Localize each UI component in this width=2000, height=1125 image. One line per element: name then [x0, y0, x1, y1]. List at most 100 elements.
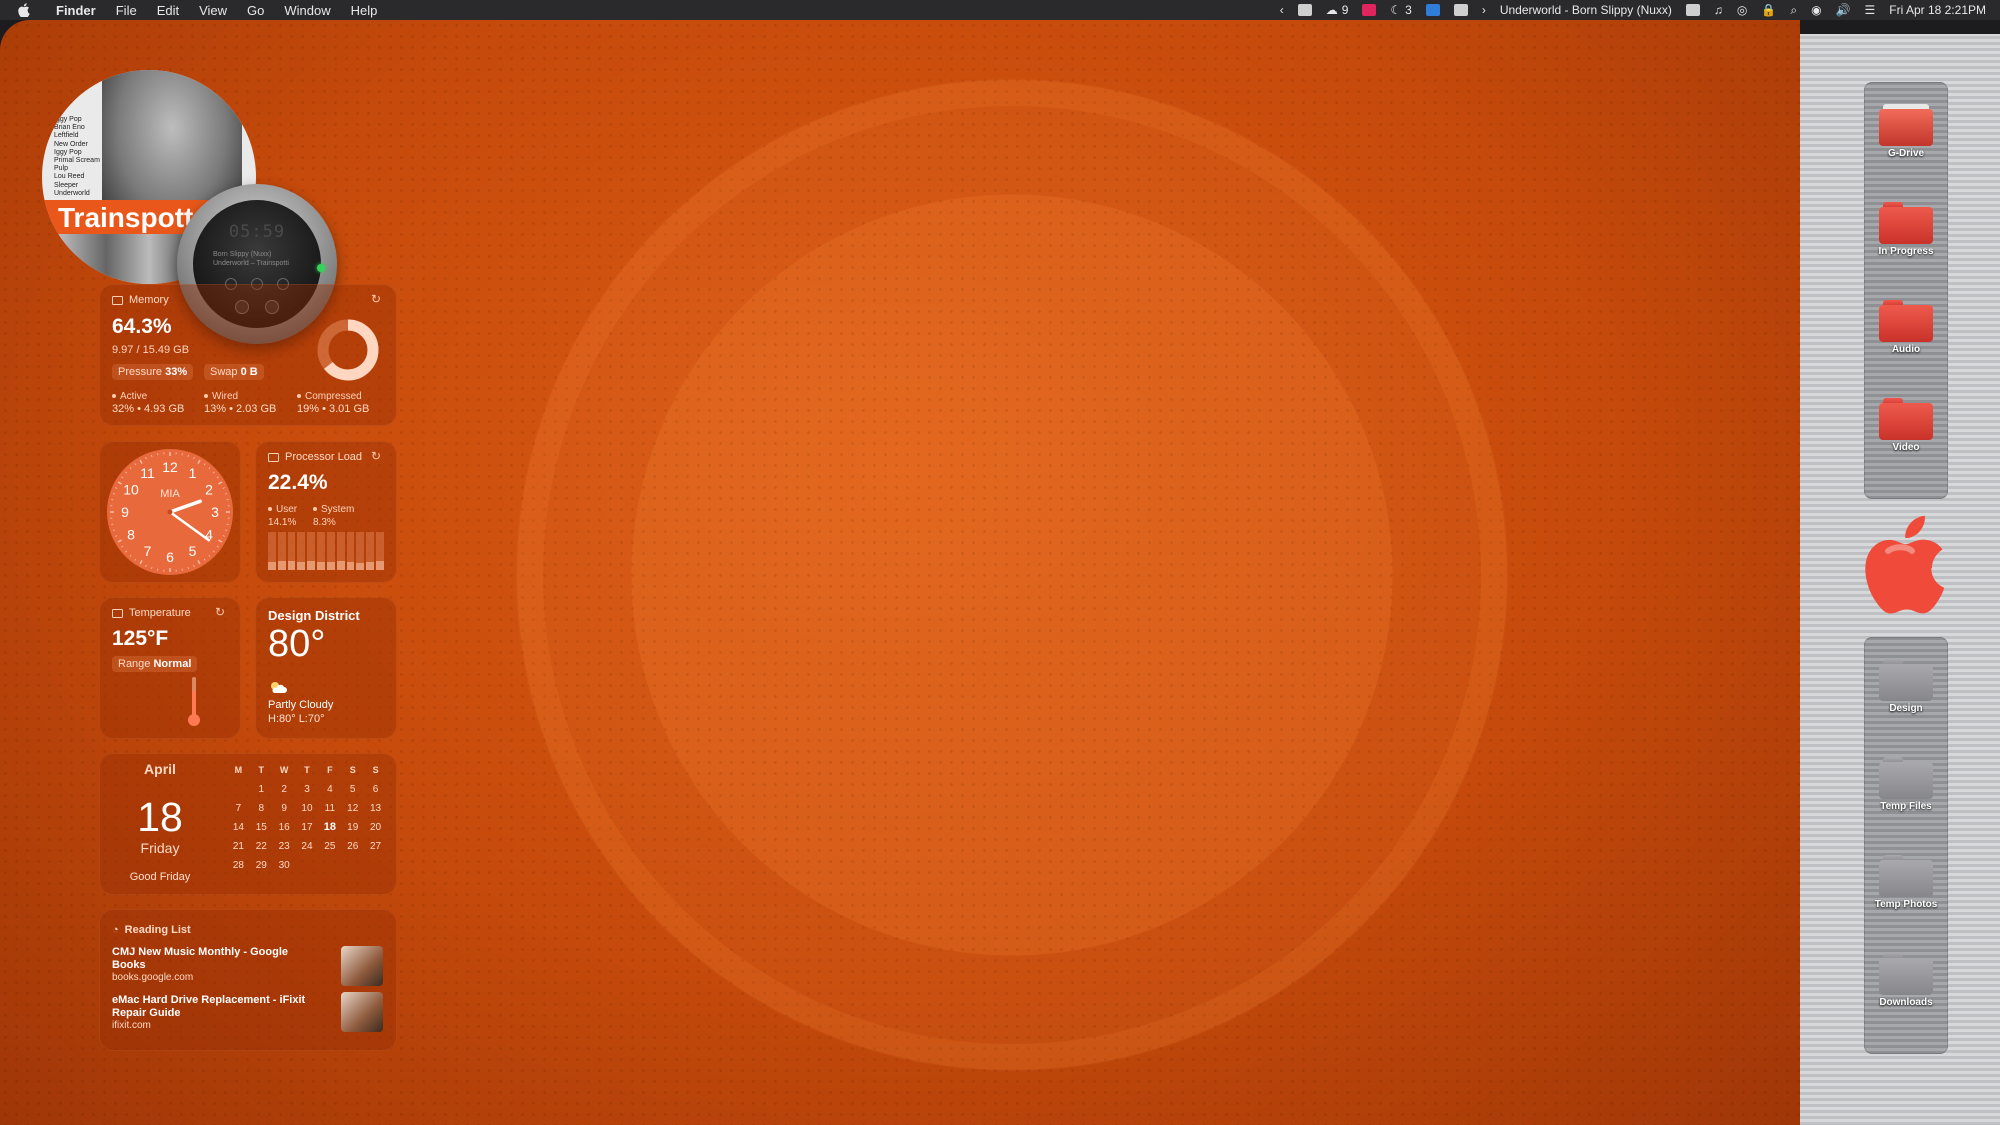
- calendar-date[interactable]: 2: [273, 782, 296, 797]
- calendar-date[interactable]: 13: [364, 801, 387, 816]
- now-playing[interactable]: Underworld - Born Slippy (Nuxx): [1500, 3, 1672, 17]
- tray-blue-app-icon[interactable]: [1425, 4, 1440, 16]
- player-track: Born Slippy (Nuxx): [213, 251, 272, 258]
- cloud-status[interactable]: ☁ 9: [1326, 3, 1349, 17]
- chevron-left-icon[interactable]: ‹: [1280, 3, 1284, 17]
- dock-item-g-drive[interactable]: G-Drive: [1864, 104, 1948, 159]
- temperature-widget[interactable]: Temperature ↻ 125°F Range Normal: [99, 597, 241, 739]
- menu-clock[interactable]: Fri Apr 18 2:21PM: [1889, 3, 1986, 17]
- stat-dot: [313, 507, 317, 512]
- stat-dot: [268, 507, 272, 512]
- calendar-date[interactable]: 29: [250, 858, 273, 873]
- control-center-icon[interactable]: ☰: [1865, 3, 1876, 17]
- calendar-date[interactable]: 11: [318, 801, 341, 816]
- calendar-date[interactable]: 1: [250, 782, 273, 797]
- dock-item-video[interactable]: Video: [1864, 398, 1948, 453]
- calendar-date[interactable]: 24: [296, 839, 319, 854]
- volume-icon[interactable]: 🔊: [1836, 3, 1851, 17]
- cloud-count: 9: [1341, 3, 1349, 17]
- calendar-date[interactable]: 28: [227, 858, 250, 873]
- user-icon[interactable]: ◉: [1811, 3, 1821, 17]
- folder-icon: [1879, 855, 1933, 897]
- calendar-date[interactable]: 17: [296, 820, 319, 835]
- search-icon[interactable]: ⌕: [1790, 3, 1797, 18]
- menu-app-name[interactable]: Finder: [46, 3, 106, 18]
- reading-list-item[interactable]: CMJ New Music Monthly - Google Books boo…: [112, 946, 383, 986]
- calendar-date[interactable]: 7: [227, 801, 250, 816]
- calendar-date[interactable]: 3: [296, 782, 319, 797]
- cpu-history-fill: [297, 562, 306, 570]
- notes-icon[interactable]: [1685, 4, 1700, 16]
- folder-body: [1879, 207, 1933, 244]
- calendar-date[interactable]: 14: [227, 820, 250, 835]
- menu-edit[interactable]: Edit: [147, 3, 189, 18]
- menu-view[interactable]: View: [189, 3, 237, 18]
- thermometer-icon: [188, 677, 200, 726]
- album-track: Underworld: [54, 189, 90, 197]
- reading-list-item[interactable]: eMac Hard Drive Replacement - iFixit Rep…: [112, 992, 383, 1032]
- calendar-weekday-header: S: [372, 765, 379, 775]
- album-track: Iggy Pop: [54, 116, 82, 123]
- calendar-date[interactable]: 22: [250, 839, 273, 854]
- processor-widget[interactable]: Processor Load ↻ 22.4% User 14.1% System…: [255, 441, 397, 583]
- calendar-date[interactable]: 12: [341, 801, 364, 816]
- calendar-date[interactable]: 21: [227, 839, 250, 854]
- compass-icon[interactable]: ◎: [1737, 3, 1747, 17]
- memory-widget[interactable]: Memory ↻ 64.3% 9.97 / 15.49 GB Pressure …: [99, 284, 397, 426]
- tray-app-icon[interactable]: [1297, 4, 1312, 16]
- stat-name: Wired: [212, 391, 239, 402]
- moon-status[interactable]: ☾ 3: [1390, 3, 1411, 17]
- refresh-icon[interactable]: ↻: [371, 292, 381, 306]
- cpu-header: Processor Load: [268, 451, 362, 463]
- menu-file[interactable]: File: [106, 3, 147, 18]
- cpu-user-value: 14.1%: [268, 517, 297, 528]
- calendar-date[interactable]: 4: [318, 782, 341, 797]
- stat-value: 19% • 3.01 GB: [297, 403, 370, 415]
- reading-list-widget[interactable]: ◔ Reading List CMJ New Music Monthly - G…: [99, 909, 397, 1051]
- chevron-right-icon[interactable]: ›: [1482, 3, 1486, 17]
- menu-window[interactable]: Window: [274, 3, 340, 18]
- music-icon[interactable]: ♫: [1714, 3, 1723, 17]
- cpu-history-fill: [268, 561, 276, 570]
- clock-number: 3: [211, 504, 219, 520]
- menu-go[interactable]: Go: [237, 3, 274, 18]
- calendar-date[interactable]: 9: [273, 801, 296, 816]
- stat-value: 32% • 4.93 GB: [112, 403, 185, 415]
- apple-menu-icon[interactable]: [14, 0, 34, 20]
- dock-item-in-progress[interactable]: In Progress: [1864, 202, 1948, 257]
- dock-item-design[interactable]: Design: [1864, 659, 1948, 714]
- refresh-icon[interactable]: ↻: [371, 449, 381, 463]
- calendar-date[interactable]: 6: [364, 782, 387, 797]
- calendar-date[interactable]: 26: [341, 839, 364, 854]
- apple-logo-icon[interactable]: [1858, 509, 1950, 621]
- calendar-date[interactable]: 8: [250, 801, 273, 816]
- refresh-icon[interactable]: ↻: [215, 605, 225, 619]
- album-title: Trainspott: [58, 202, 194, 233]
- calendar-date[interactable]: 19: [341, 820, 364, 835]
- calendar-date[interactable]: 25: [318, 839, 341, 854]
- clock-widget[interactable]: MIA 12 1 2 3 4 5 6 7 8 9 10 11: [99, 441, 241, 583]
- tray-red-app-icon[interactable]: [1362, 4, 1377, 16]
- dock-item-audio[interactable]: Audio: [1864, 300, 1948, 355]
- calendar-widget[interactable]: April 18 Friday Good Friday MTWTFSS12345…: [99, 753, 397, 895]
- dock-item-temp-photos[interactable]: Temp Photos: [1864, 855, 1948, 910]
- weather-widget[interactable]: Design District 80° Partly Cloudy H:80° …: [255, 597, 397, 739]
- calendar-today[interactable]: 18: [318, 820, 341, 835]
- dock-item-downloads[interactable]: Downloads: [1864, 953, 1948, 1008]
- calendar-date[interactable]: 20: [364, 820, 387, 835]
- calendar-date[interactable]: 10: [296, 801, 319, 816]
- menu-help[interactable]: Help: [341, 3, 388, 18]
- calendar-date[interactable]: 27: [364, 839, 387, 854]
- calendar-date[interactable]: 23: [273, 839, 296, 854]
- calendar-date[interactable]: 5: [341, 782, 364, 797]
- calendar-date[interactable]: 30: [273, 858, 296, 873]
- cpu-history-fill: [277, 560, 286, 570]
- dock-item-temp-files[interactable]: Temp Files: [1864, 757, 1948, 812]
- folder-icon: [1879, 398, 1933, 440]
- stat-dot: [204, 394, 208, 399]
- font-app-icon[interactable]: [1453, 4, 1468, 16]
- calendar-date[interactable]: 15: [250, 820, 273, 835]
- lock-icon[interactable]: 🔒: [1761, 3, 1776, 17]
- cpu-history-bar: [366, 532, 375, 570]
- calendar-date[interactable]: 16: [273, 820, 296, 835]
